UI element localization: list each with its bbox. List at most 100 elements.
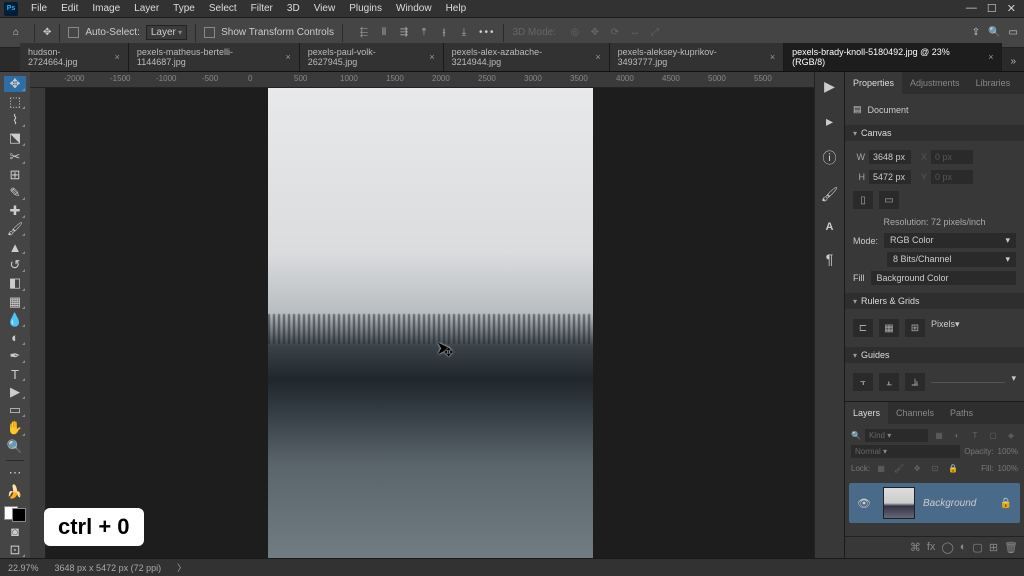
close-icon[interactable]: × xyxy=(429,52,434,62)
filter-type-icon[interactable]: T xyxy=(968,428,982,442)
canvas-width[interactable]: 3648 px xyxy=(869,150,911,164)
canvas-height[interactable]: 5472 px xyxy=(869,170,911,184)
para-panel-icon[interactable]: ¶ xyxy=(826,251,834,267)
menu-window[interactable]: Window xyxy=(389,3,439,14)
pen-tool[interactable]: ✒ xyxy=(4,348,26,364)
menu-3d[interactable]: 3D xyxy=(280,3,307,14)
menu-filter[interactable]: Filter xyxy=(244,3,280,14)
doc-tab-1[interactable]: pexels-matheus-bertelli-1144687.jpg× xyxy=(129,43,300,71)
layer-fx-icon[interactable]: fx xyxy=(927,541,936,554)
lock-artboard-icon[interactable]: ⊡ xyxy=(928,461,942,475)
align-vcenter[interactable]: ⫲ xyxy=(435,24,453,42)
close-icon[interactable]: × xyxy=(115,52,120,62)
visibility-toggle[interactable]: 👁 xyxy=(853,497,875,510)
history-brush-tool[interactable]: ↺ xyxy=(4,257,26,273)
guides-section[interactable]: Guides xyxy=(845,347,1024,363)
screen-mode[interactable]: ⊡ xyxy=(4,542,26,558)
history-panel-icon[interactable]: ▶ xyxy=(824,78,835,95)
ruler-units[interactable]: Pixels▾ xyxy=(931,319,981,337)
show-transform-checkbox[interactable] xyxy=(204,27,215,38)
close-icon[interactable]: × xyxy=(770,52,775,62)
align-top[interactable]: ⤒ xyxy=(415,24,433,42)
info-panel-icon[interactable]: ⓘ xyxy=(823,148,837,168)
lock-position-icon[interactable]: ✥ xyxy=(910,461,924,475)
close-icon[interactable]: × xyxy=(595,52,600,62)
color-mode[interactable]: RGB Color▾ xyxy=(884,233,1016,248)
align-hcenter[interactable]: ⫴ xyxy=(375,24,393,42)
tabs-overflow[interactable]: » xyxy=(1002,52,1024,71)
new-layer-icon[interactable]: ⊞ xyxy=(989,541,998,554)
ruler-horizontal[interactable]: -2000 -1500 -1000 -500 0 500 1000 1500 2… xyxy=(30,72,814,88)
hand-tool[interactable]: ✋ xyxy=(4,420,26,436)
menu-plugins[interactable]: Plugins xyxy=(342,3,389,14)
workspace-icon[interactable]: ▭ xyxy=(1009,27,1018,38)
link-layers-icon[interactable]: ⌘ xyxy=(910,541,921,554)
eyedropper-tool[interactable]: ✎ xyxy=(4,185,26,201)
doc-tab-4[interactable]: pexels-aleksey-kuprikov-3493777.jpg× xyxy=(610,43,784,71)
menu-layer[interactable]: Layer xyxy=(127,3,166,14)
group-icon[interactable]: ▢ xyxy=(972,541,982,554)
align-left[interactable]: ⬱ xyxy=(355,24,373,42)
tab-adjustments[interactable]: Adjustments xyxy=(902,72,968,94)
healing-tool[interactable]: ✚ xyxy=(4,203,26,219)
orient-portrait[interactable]: ▯ xyxy=(853,191,873,209)
tab-channels[interactable]: Channels xyxy=(888,402,942,424)
menu-type[interactable]: Type xyxy=(166,3,202,14)
pixel-grid-toggle[interactable]: ⊞ xyxy=(905,319,925,337)
minimize-button[interactable]: — xyxy=(966,2,977,15)
shape-tool[interactable]: ▭ xyxy=(4,402,26,418)
rulers-section[interactable]: Rulers & Grids xyxy=(845,293,1024,309)
char-panel-icon[interactable]: A xyxy=(826,221,834,233)
auto-select-checkbox[interactable] xyxy=(68,27,79,38)
filter-adjust-icon[interactable]: ◐ xyxy=(950,428,964,442)
edit-toolbar[interactable]: ⋯ xyxy=(4,465,26,481)
ruler-toggle[interactable]: ⊏ xyxy=(853,319,873,337)
menu-select[interactable]: Select xyxy=(202,3,244,14)
brush-tool[interactable]: 🖌 xyxy=(4,221,26,237)
align-bottom[interactable]: ⤓ xyxy=(455,24,473,42)
close-icon[interactable]: × xyxy=(285,52,290,62)
layer-filter-kind[interactable]: Kind xyxy=(865,429,928,442)
tab-layers[interactable]: Layers xyxy=(845,402,888,424)
maximize-button[interactable]: ☐ xyxy=(987,2,997,15)
orient-landscape[interactable]: ▭ xyxy=(879,191,899,209)
blend-mode[interactable]: Normal xyxy=(851,445,960,458)
crop-tool[interactable]: ✂ xyxy=(4,149,26,165)
doc-tab-3[interactable]: pexels-alex-azabache-3214944.jpg× xyxy=(444,43,610,71)
doc-dimensions[interactable]: 3648 px x 5472 px (72 ppi) xyxy=(55,563,162,573)
doc-tab-5[interactable]: pexels-brady-knoll-5180492.jpg @ 23% (RG… xyxy=(784,43,1002,71)
gradient-tool[interactable]: ▦ xyxy=(4,294,26,310)
align-more[interactable]: ••• xyxy=(479,27,496,38)
opacity-value[interactable]: 100% xyxy=(998,447,1018,456)
guide-layout[interactable]: ⫡ xyxy=(905,373,925,391)
auto-select-kind[interactable]: Layer xyxy=(146,25,187,40)
fill-value[interactable]: 100% xyxy=(998,464,1018,473)
lock-icon[interactable]: 🔒 xyxy=(1000,498,1016,509)
eraser-tool[interactable]: ◧ xyxy=(4,275,26,291)
move-tool[interactable]: ✥ xyxy=(4,76,26,92)
adjustment-layer-icon[interactable]: ◐ xyxy=(960,541,967,554)
type-tool[interactable]: T xyxy=(4,366,26,382)
menu-help[interactable]: Help xyxy=(439,3,474,14)
ruler-vertical[interactable] xyxy=(30,88,46,558)
lock-transparency-icon[interactable]: ▦ xyxy=(874,461,888,475)
search-icon[interactable]: 🔍 xyxy=(988,27,1000,38)
menu-image[interactable]: Image xyxy=(85,3,127,14)
layer-row[interactable]: 👁 Background 🔒 xyxy=(849,483,1020,523)
menu-view[interactable]: View xyxy=(307,3,343,14)
align-right[interactable]: ⇶ xyxy=(395,24,413,42)
close-button[interactable]: ✕ xyxy=(1007,2,1016,15)
close-icon[interactable]: × xyxy=(988,52,993,62)
guide-new-v[interactable]: ⫠ xyxy=(879,373,899,391)
path-select-tool[interactable]: ▶ xyxy=(4,384,26,400)
banana-icon[interactable]: 🍌 xyxy=(4,483,26,499)
marquee-tool[interactable]: ⬚ xyxy=(4,94,26,110)
layer-name[interactable]: Background xyxy=(923,498,976,509)
layer-thumbnail[interactable] xyxy=(883,487,915,519)
filter-pixel-icon[interactable]: ▦ xyxy=(932,428,946,442)
dodge-tool[interactable]: ◐ xyxy=(4,330,26,346)
share-button[interactable]: ⇪ xyxy=(972,27,980,38)
canvas-section[interactable]: Canvas xyxy=(845,125,1024,141)
zoom-tool[interactable]: 🔍 xyxy=(4,439,26,455)
tab-libraries[interactable]: Libraries xyxy=(968,72,1019,94)
